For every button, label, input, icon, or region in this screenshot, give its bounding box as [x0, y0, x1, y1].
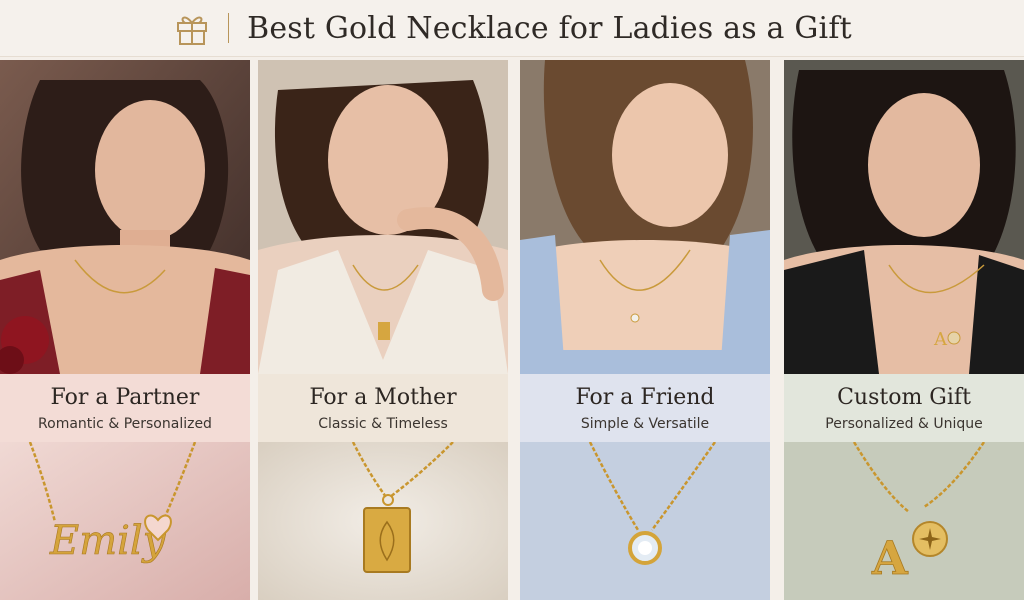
card-title: For a Partner	[50, 384, 200, 410]
page-title: Best Gold Necklace for Ladies as a Gift	[247, 10, 852, 46]
model-photo-custom: A	[784, 60, 1024, 374]
product-photo-mother	[258, 442, 508, 600]
card-title: For a Friend	[575, 384, 715, 410]
card-label-custom: Custom Gift Personalized & Unique	[784, 374, 1024, 442]
card-subtitle: Personalized & Unique	[825, 415, 983, 432]
product-photo-custom: A	[784, 442, 1024, 600]
model-photo-partner	[0, 60, 250, 374]
header-divider	[228, 13, 230, 43]
card-label-friend: For a Friend Simple & Versatile	[520, 374, 770, 442]
gift-card-grid: For a Partner Romantic & Personalized Em…	[0, 60, 1024, 600]
page-header: Best Gold Necklace for Ladies as a Gift	[0, 0, 1024, 57]
card-mother[interactable]: For a Mother Classic & Timeless	[258, 60, 508, 600]
card-title: Custom Gift	[837, 384, 971, 410]
gift-icon	[172, 8, 212, 48]
card-subtitle: Classic & Timeless	[318, 415, 448, 432]
card-friend[interactable]: For a Friend Simple & Versatile	[520, 60, 770, 600]
model-photo-mother	[258, 60, 508, 374]
card-label-mother: For a Mother Classic & Timeless	[258, 374, 508, 442]
card-subtitle: Simple & Versatile	[580, 415, 710, 432]
product-photo-friend	[520, 442, 770, 600]
svg-text:A: A	[933, 329, 948, 350]
card-label-partner: For a Partner Romantic & Personalized	[0, 374, 250, 442]
pendant-initial: A	[871, 531, 909, 585]
product-photo-partner: Emily	[0, 442, 250, 600]
card-partner[interactable]: For a Partner Romantic & Personalized Em…	[0, 60, 250, 600]
card-title: For a Mother	[309, 384, 457, 410]
model-photo-friend	[520, 60, 770, 374]
card-custom[interactable]: A Custom Gift Personalized & Unique A	[784, 60, 1024, 600]
card-subtitle: Romantic & Personalized	[38, 415, 212, 432]
